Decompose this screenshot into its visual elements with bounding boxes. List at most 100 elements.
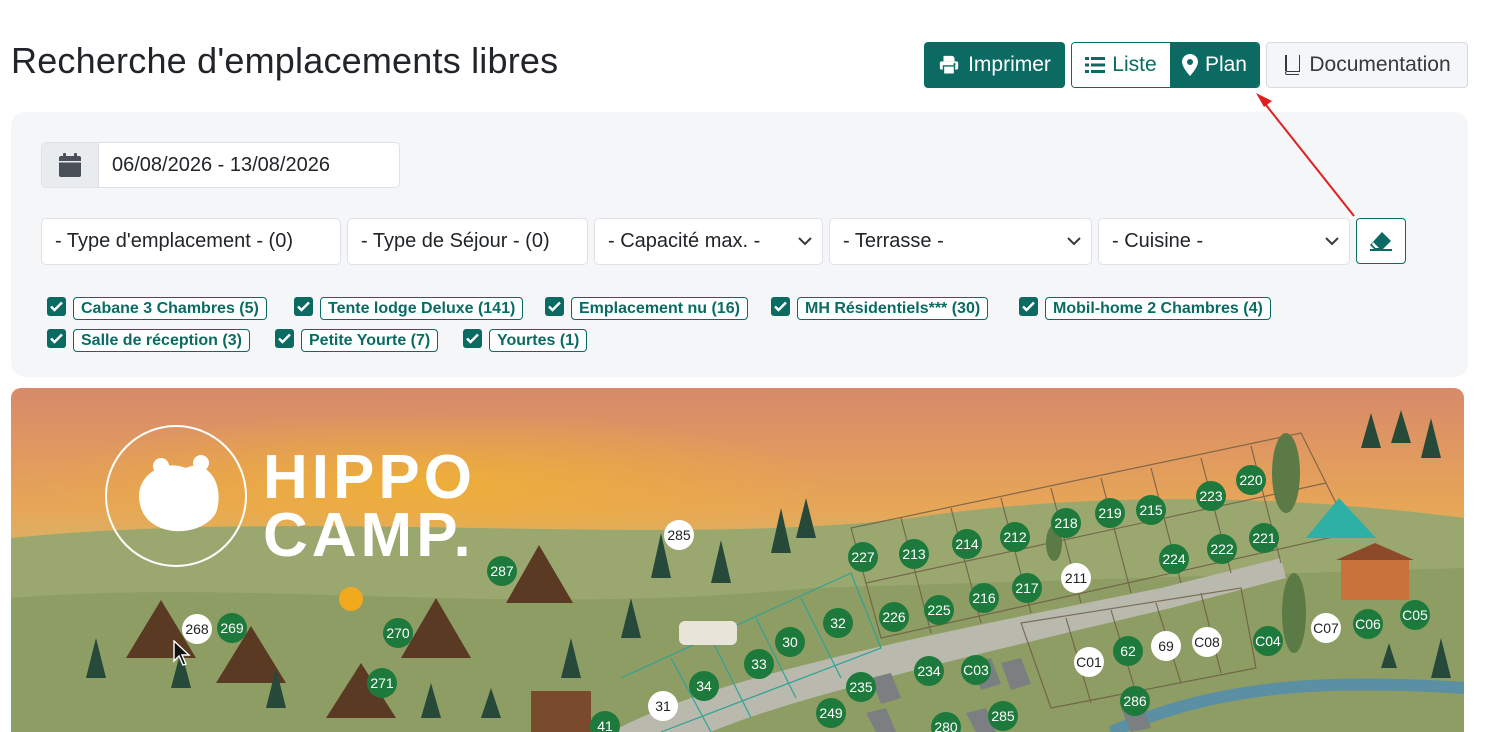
- pitch-marker-234[interactable]: 234: [914, 656, 944, 686]
- pitch-marker-220[interactable]: 220: [1236, 465, 1266, 495]
- select-pitch-type[interactable]: - Type d'emplacement - (0): [41, 218, 341, 265]
- pitch-marker-C08[interactable]: C08: [1192, 627, 1222, 657]
- pitch-marker-C06[interactable]: C06: [1353, 609, 1383, 639]
- pitch-marker-label: 218: [1054, 515, 1078, 531]
- pitch-marker-label: 269: [220, 620, 244, 636]
- pitch-marker-label: 217: [1015, 580, 1039, 596]
- date-range-value[interactable]: 06/08/2026 - 13/08/2026: [99, 143, 399, 187]
- checkbox-petite-yourte[interactable]: Petite Yourte (7): [275, 324, 439, 352]
- pitch-marker-211[interactable]: 211: [1061, 563, 1091, 593]
- pitch-marker-32[interactable]: 32: [823, 608, 853, 638]
- select-max-capacity-label: - Capacité max. -: [608, 230, 761, 252]
- checkbox-checked[interactable]: [545, 296, 564, 316]
- tag-label: Petite Yourte (7): [301, 329, 439, 352]
- pitch-marker-41[interactable]: 41: [590, 711, 620, 732]
- pitch-marker-285[interactable]: 285: [988, 701, 1018, 731]
- campsite-map[interactable]: HIPPO CAMP. 285 287 268 269 270 271 31 3…: [11, 388, 1464, 732]
- pitch-marker-C05[interactable]: C05: [1400, 600, 1430, 630]
- pitch-marker-215[interactable]: 215: [1136, 495, 1166, 525]
- pitch-marker-label: 285: [991, 708, 1015, 724]
- pitch-marker-221[interactable]: 221: [1249, 523, 1279, 553]
- pitch-marker-224[interactable]: 224: [1159, 544, 1189, 574]
- date-range-picker[interactable]: 06/08/2026 - 13/08/2026: [41, 142, 400, 188]
- pitch-marker-label: C01: [1076, 654, 1102, 670]
- pitch-marker-label: 216: [972, 590, 996, 606]
- calendar-icon: [59, 153, 81, 177]
- pitch-marker-62[interactable]: 62: [1113, 636, 1143, 666]
- pitch-marker-label: 219: [1098, 505, 1122, 521]
- pitch-marker-C01[interactable]: C01: [1074, 647, 1104, 677]
- pitch-marker-222[interactable]: 222: [1207, 534, 1237, 564]
- checkbox-mh-residentiels[interactable]: MH Résidentiels*** (30): [771, 292, 989, 320]
- checkbox-salle-de-reception[interactable]: Salle de réception (3): [47, 324, 250, 352]
- pitch-marker-218[interactable]: 218: [1051, 508, 1081, 538]
- pitch-marker-label: 211: [1065, 570, 1088, 586]
- pitch-marker-label: 213: [902, 546, 926, 562]
- pitch-marker-C07[interactable]: C07: [1311, 613, 1341, 643]
- select-stay-type[interactable]: - Type de Séjour - (0): [347, 218, 588, 265]
- pitch-marker-33[interactable]: 33: [744, 649, 774, 679]
- pitch-marker-286[interactable]: 286: [1120, 686, 1150, 716]
- pitch-marker-270[interactable]: 270: [383, 618, 413, 648]
- print-label: Imprimer: [968, 53, 1051, 76]
- pitch-marker-213[interactable]: 213: [899, 539, 929, 569]
- pitch-marker-217[interactable]: 217: [1012, 573, 1042, 603]
- pitch-marker-214[interactable]: 214: [952, 529, 982, 559]
- checkbox-checked[interactable]: [294, 296, 313, 316]
- calendar-button[interactable]: [42, 143, 99, 187]
- pitch-marker-235[interactable]: 235: [846, 672, 876, 702]
- chevron-down-icon: [798, 237, 812, 246]
- pitch-marker-30[interactable]: 30: [775, 627, 805, 657]
- pitch-marker-C03[interactable]: C03: [961, 655, 991, 685]
- pitch-marker-249[interactable]: 249: [816, 698, 846, 728]
- list-view-button[interactable]: Liste: [1072, 43, 1170, 87]
- checkbox-emplacement-nu[interactable]: Emplacement nu (16): [545, 292, 748, 320]
- print-button[interactable]: Imprimer: [924, 42, 1065, 88]
- clear-filters-button[interactable]: [1356, 218, 1406, 264]
- pitch-marker-C04[interactable]: C04: [1253, 626, 1283, 656]
- pitch-marker-269[interactable]: 269: [217, 613, 247, 643]
- tag-label: Yourtes (1): [489, 329, 588, 352]
- checkmark-icon: [548, 301, 561, 312]
- pitch-marker-227[interactable]: 227: [848, 542, 878, 572]
- select-kitchen[interactable]: - Cuisine -: [1098, 218, 1350, 265]
- pitch-marker-label: 223: [1199, 488, 1223, 504]
- checkbox-yourtes[interactable]: Yourtes (1): [463, 324, 588, 352]
- pitch-marker-216[interactable]: 216: [969, 583, 999, 613]
- pitch-marker-226[interactable]: 226: [879, 602, 909, 632]
- pitch-marker-280[interactable]: 280: [931, 712, 961, 732]
- pitch-marker-34[interactable]: 34: [689, 671, 719, 701]
- checkbox-checked[interactable]: [771, 296, 790, 316]
- tag-label: Emplacement nu (16): [571, 297, 748, 320]
- pitch-marker-label: 271: [370, 675, 394, 691]
- checkbox-mobil-home-2-chambres[interactable]: Mobil-home 2 Chambres (4): [1019, 292, 1271, 320]
- pitch-marker-212[interactable]: 212: [1000, 522, 1030, 552]
- select-terrace[interactable]: - Terrasse -: [829, 218, 1092, 265]
- list-view-label: Liste: [1112, 53, 1157, 76]
- printer-icon: [939, 55, 959, 75]
- pitch-marker-271[interactable]: 271: [367, 668, 397, 698]
- pitch-marker-287[interactable]: 287: [487, 556, 517, 586]
- pitch-marker-225[interactable]: 225: [924, 595, 954, 625]
- plan-view-button[interactable]: Plan: [1169, 43, 1259, 87]
- pitch-marker-31[interactable]: 31: [648, 691, 678, 721]
- documentation-button[interactable]: Documentation: [1266, 42, 1468, 88]
- checkbox-checked[interactable]: [47, 328, 66, 348]
- chevron-down-icon: [1325, 237, 1339, 246]
- checkbox-cabane-3-chambres[interactable]: Cabane 3 Chambres (5): [47, 292, 267, 320]
- checkbox-checked[interactable]: [47, 296, 66, 316]
- pitch-marker-label: 41: [597, 718, 613, 732]
- pitch-marker-label: 268: [185, 621, 209, 637]
- select-max-capacity[interactable]: - Capacité max. -: [594, 218, 823, 265]
- pitch-marker-285[interactable]: 285: [664, 520, 694, 550]
- pitch-marker-223[interactable]: 223: [1196, 481, 1226, 511]
- pitch-marker-69[interactable]: 69: [1151, 631, 1181, 661]
- pitch-marker-219[interactable]: 219: [1095, 498, 1125, 528]
- checkbox-tente-lodge-deluxe[interactable]: Tente lodge Deluxe (141): [294, 292, 524, 320]
- checkbox-checked[interactable]: [1019, 296, 1038, 316]
- pitch-marker-label: C04: [1255, 633, 1281, 649]
- pitch-marker-label: 221: [1252, 530, 1276, 546]
- checkbox-checked[interactable]: [275, 328, 294, 348]
- checkbox-checked[interactable]: [463, 328, 482, 348]
- select-stay-type-label: - Type de Séjour - (0): [361, 230, 550, 252]
